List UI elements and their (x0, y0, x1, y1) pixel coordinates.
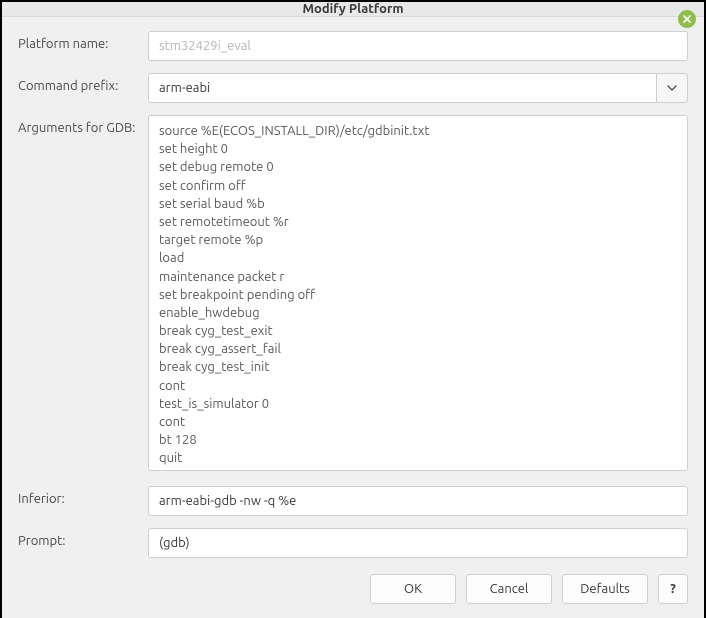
label-prompt: Prompt: (18, 528, 142, 548)
command-prefix-input[interactable] (148, 73, 656, 103)
close-icon (682, 14, 692, 24)
arguments-gdb-textarea[interactable] (148, 115, 688, 471)
dialog-title: Modify Platform (302, 2, 403, 16)
chevron-down-icon (667, 85, 677, 91)
platform-name-input (148, 31, 688, 61)
dialog-content: Platform name: Command prefix: Argume (2, 17, 704, 568)
button-row: OK Cancel Defaults ? (2, 568, 704, 618)
inferior-input[interactable] (148, 486, 688, 516)
command-prefix-combo (148, 73, 688, 103)
label-arguments-gdb: Arguments for GDB: (18, 115, 142, 135)
titlebar: Modify Platform (2, 2, 704, 17)
label-inferior: Inferior: (18, 486, 142, 506)
row-command-prefix: Command prefix: (18, 73, 688, 103)
modify-platform-dialog: Modify Platform Platform name: Command p… (2, 2, 704, 598)
row-prompt: Prompt: (18, 528, 688, 558)
row-platform-name: Platform name: (18, 31, 688, 61)
close-button[interactable] (678, 10, 696, 28)
label-command-prefix: Command prefix: (18, 73, 142, 93)
row-inferior: Inferior: (18, 486, 688, 516)
label-platform-name: Platform name: (18, 31, 142, 51)
command-prefix-dropdown-button[interactable] (656, 73, 688, 103)
prompt-input[interactable] (148, 528, 688, 558)
row-arguments-gdb: Arguments for GDB: (18, 115, 688, 474)
